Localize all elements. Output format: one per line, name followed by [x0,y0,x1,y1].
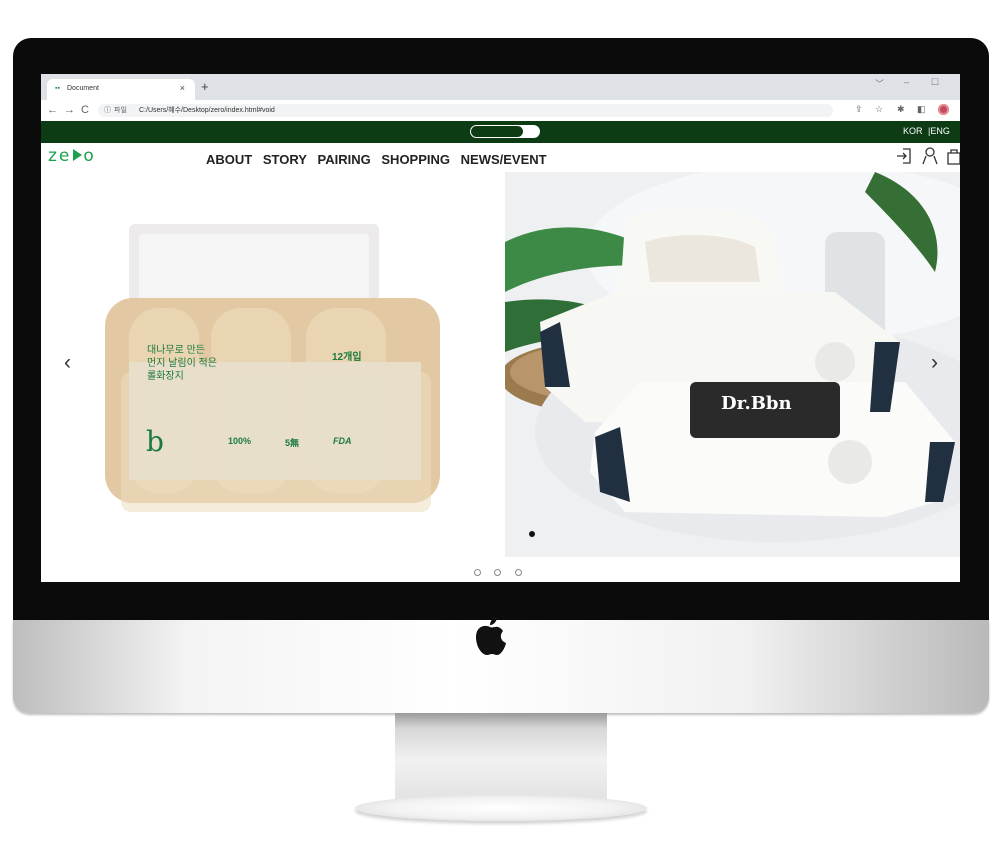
site-header: ze o ABOUT STORY PAIRING SHOPPING NEWS/EV… [41,143,960,172]
slide1-badge-100: 100% [228,436,252,446]
brand-logo-part1: ze [48,146,72,166]
nav-pairing[interactable]: PAIRING [318,152,371,167]
slide1-line1: 대나무로 만든 [147,345,205,356]
toggle-switch[interactable] [470,125,540,138]
pagination-dot-3[interactable] [514,569,522,576]
lang-kor-link[interactable]: KOR [903,126,923,136]
url-protocol: 파일 [114,107,127,114]
slide2-product-name: Dr.Bbn [721,393,792,414]
tab-bar: ▪▪ Document × + ﹀ – ☐ [41,74,960,100]
tab-title: Document [67,85,99,92]
sidepanel-icon[interactable]: ◧ [917,104,926,115]
apple-logo-icon [476,617,506,655]
browser-tab[interactable]: ▪▪ Document × [47,79,195,100]
nav-about[interactable]: ABOUT [206,152,252,167]
back-icon[interactable]: ← [47,103,58,117]
nav-news-event[interactable]: NEWS/EVENT [461,152,547,167]
slide1-stamp: b [146,425,164,458]
hero-slider: 대나무로 만든 먼지 날림이 적은 롤화장지 12개입 b 100% 5無 FD… [41,172,960,557]
brand-triangle-icon [73,149,83,161]
forward-icon[interactable]: → [64,103,75,117]
nav-story[interactable]: STORY [263,152,307,167]
brand-logo-part2: o [83,146,96,166]
login-icon[interactable] [896,147,912,165]
slide-wet-wipes-image [505,172,960,557]
reload-icon[interactable]: C [81,103,89,117]
slide1-count-label: 12개입 [332,352,362,363]
bookmark-star-icon[interactable]: ☆ [875,104,883,115]
slider-pagination [474,563,531,581]
site-top-strip: KOR |ENG [41,121,960,143]
minimize-button[interactable]: – [904,77,909,87]
monitor-stand-neck [395,713,607,799]
profile-avatar[interactable] [938,104,949,115]
share-icon[interactable]: ⇪ [855,104,863,115]
cart-icon[interactable] [946,147,960,165]
slider-next-button[interactable]: › [931,352,938,373]
browser-window: ▪▪ Document × + ﹀ – ☐ ← → C ⓘ 파일 C:/User… [41,74,960,582]
pagination-dot-1[interactable] [474,569,481,576]
maximize-button[interactable]: ☐ [931,77,939,88]
slide-indicator-dot [529,531,535,537]
url-field[interactable]: ⓘ 파일 C:/Users/혜수/Desktop/zero/index.html… [98,104,833,117]
url-path: C:/Users/혜수/Desktop/zero/index.html#void [139,107,275,114]
slider-prev-button[interactable]: ‹ [64,352,71,373]
slide1-text: 대나무로 만든 먼지 날림이 적은 롤화장지 [147,344,217,383]
slide1-line3: 롤화장지 [147,371,184,382]
tab-favicon-icon: ▪▪ [55,85,60,92]
new-tab-button[interactable]: + [201,79,209,94]
tab-search-icon[interactable]: ﹀ [875,77,884,90]
tab-close-icon[interactable]: × [180,83,185,93]
site-info-icon[interactable]: ⓘ [104,104,111,117]
main-nav: ABOUT STORY PAIRING SHOPPING NEWS/EVENT [206,152,554,167]
slide1-badge-fda: FDA [333,436,352,446]
brand-logo[interactable]: ze o [48,146,96,166]
pagination-dot-2[interactable] [494,569,502,576]
slide1-line2: 먼지 날림이 적은 [147,358,217,369]
slide-toilet-paper-image [105,224,440,512]
monitor-stand-foot [355,795,647,821]
address-bar-row: ← → C ⓘ 파일 C:/Users/혜수/Desktop/zero/inde… [41,100,960,122]
slide1-badge-5: 5無 [285,438,300,448]
extensions-icon[interactable]: ✱ [897,104,905,115]
user-icon[interactable] [922,147,938,165]
nav-shopping[interactable]: SHOPPING [381,152,450,167]
lang-eng-link[interactable]: |ENG [928,126,950,136]
